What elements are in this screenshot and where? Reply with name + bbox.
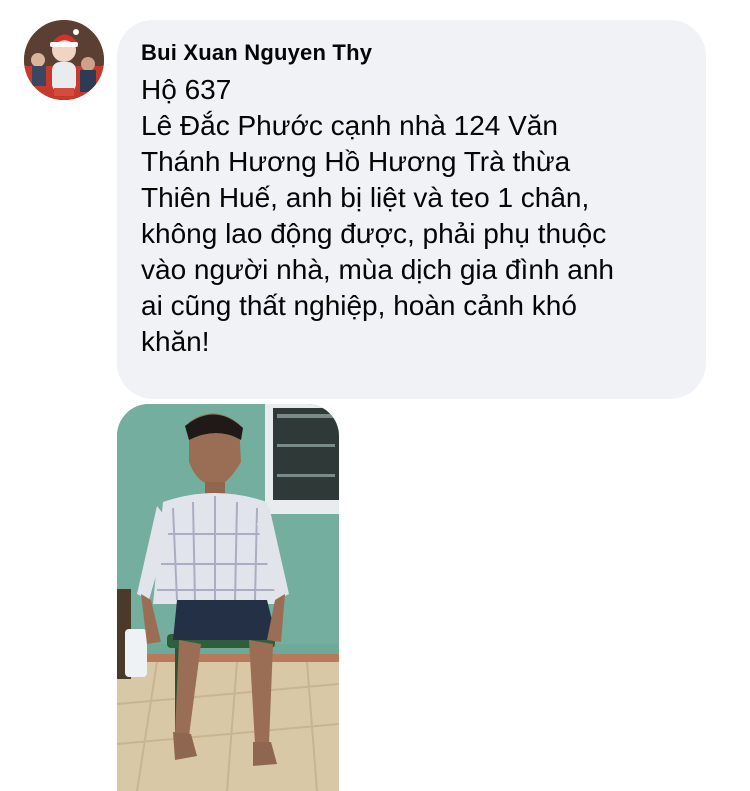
avatar-image: [24, 20, 104, 100]
photo-man-seated-on-chair: [117, 404, 339, 791]
comment-text: Hộ 637 Lê Đắc Phước cạnh nhà 124 Văn Thá…: [141, 72, 701, 360]
comment-line: vào người nhà, mùa dịch gia đình anh: [141, 254, 614, 285]
author-avatar[interactable]: [24, 20, 104, 100]
comment-bubble: Bui Xuan Nguyen Thy Hộ 637 Lê Đắc Phước …: [117, 20, 706, 399]
comment-attached-photo[interactable]: [117, 404, 339, 791]
comment: Bui Xuan Nguyen Thy Hộ 637 Lê Đắc Phước …: [0, 0, 750, 791]
comment-line: Lê Đắc Phước cạnh nhà 124 Văn: [141, 110, 558, 141]
comment-line: Hộ 637: [141, 74, 232, 105]
comment-line: không lao động được, phải phụ thuộc: [141, 218, 607, 249]
comment-line: ai cũng thất nghiệp, hoàn cảnh khó: [141, 290, 577, 321]
comment-line: Thánh Hương Hồ Hương Trà thừa: [141, 146, 571, 177]
comment-line: khăn!: [141, 326, 210, 357]
comment-author-name[interactable]: Bui Xuan Nguyen Thy: [141, 40, 372, 66]
comment-line: Thiên Huế, anh bị liệt và teo 1 chân,: [141, 182, 590, 213]
